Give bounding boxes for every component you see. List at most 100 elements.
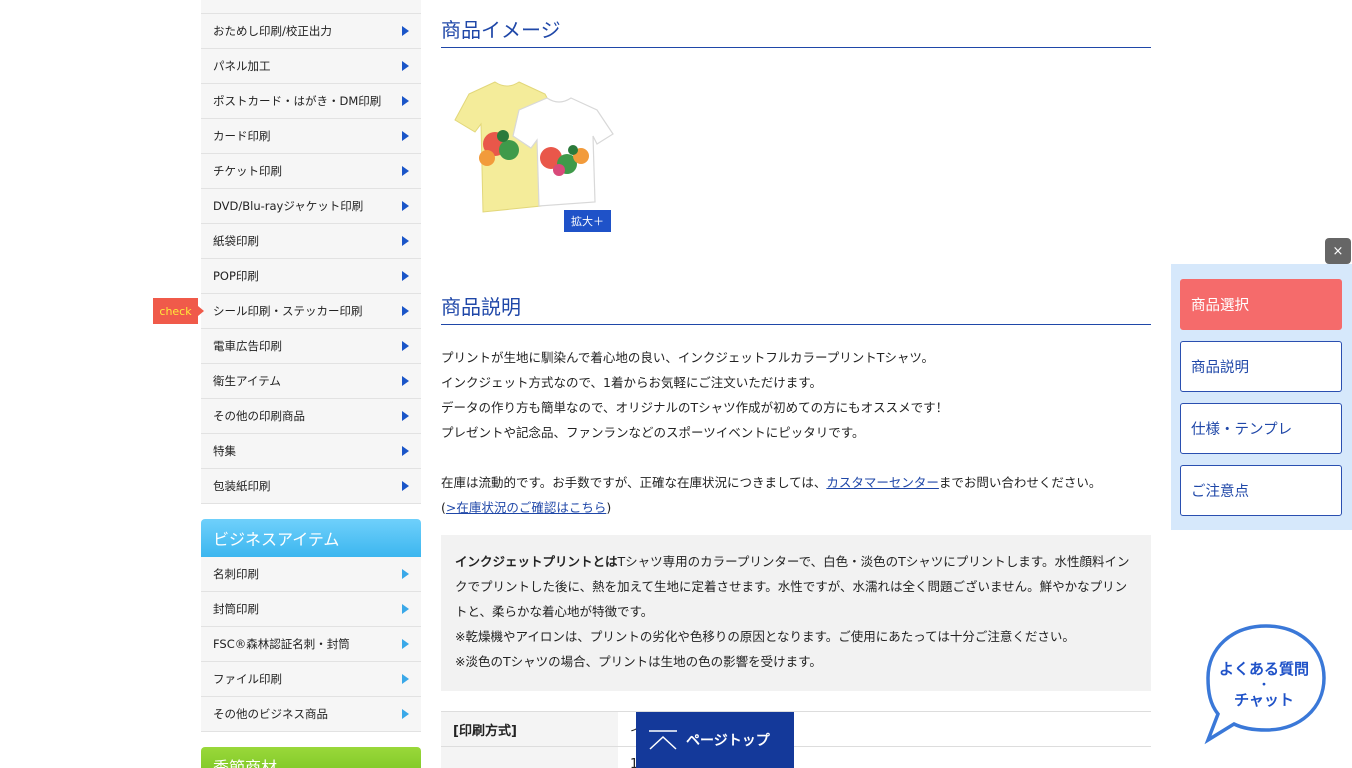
description-section-title: 商品説明 — [441, 291, 1151, 325]
nav-notes[interactable]: ご注意点 — [1180, 465, 1342, 516]
nav-product-description[interactable]: 商品説明 — [1180, 341, 1342, 392]
arrow-right-icon — [402, 674, 409, 684]
inkjet-info-box: インクジェットプリントとはTシャツ専用のカラープリンターで、白色・淡色のTシャツ… — [441, 535, 1151, 691]
arrow-right-icon — [402, 26, 409, 36]
inkjet-description: インクジェットプリントとはTシャツ専用のカラープリンターで、白色・淡色のTシャツ… — [455, 549, 1137, 624]
menu-item-label: 名刺印刷 — [213, 567, 259, 581]
desc-line: プリントが生地に馴染んで着心地の良い、インクジェットフルカラープリントTシャツ。 — [441, 350, 935, 365]
menu-item-fsc[interactable]: FSC®森林認証名刺・封筒 — [201, 627, 421, 662]
stock-check-line: (>在庫状況のご確認はこちら) — [441, 495, 1161, 520]
arrow-right-icon — [402, 271, 409, 281]
business-menu: 名刺印刷 封筒印刷 FSC®森林認証名刺・封筒 ファイル印刷 その他のビジネス商… — [201, 557, 421, 732]
arrow-right-icon — [402, 131, 409, 141]
arrow-right-icon — [402, 639, 409, 649]
spec-table: [印刷方式] イ 1 — [441, 711, 1151, 768]
menu-item-label: ファイル印刷 — [213, 672, 282, 686]
chevron-up-icon — [649, 730, 677, 750]
arrow-right-icon — [402, 341, 409, 351]
arrow-right-icon — [402, 709, 409, 719]
menu-item-pop[interactable]: POP印刷 — [201, 259, 421, 294]
inkjet-term: インクジェットプリントとは — [455, 554, 618, 569]
image-section-title: 商品イメージ — [441, 14, 1151, 48]
image-section: 商品イメージ — [441, 14, 1151, 48]
check-badge: check — [153, 298, 204, 324]
menu-item-label: ポストカード・はがき・DM印刷 — [213, 94, 382, 108]
arrow-right-icon — [402, 569, 409, 579]
desc-line: プレゼントや記念品、ファンランなどのスポーツイベントにピッタリです。 — [441, 425, 865, 440]
menu-item-label: DVD/Blu-rayジャケット印刷 — [213, 199, 364, 213]
description-text: プリントが生地に馴染んで着心地の良い、インクジェットフルカラープリントTシャツ。… — [441, 345, 1161, 520]
menu-item-file[interactable]: ファイル印刷 — [201, 662, 421, 697]
menu-item-cutoff[interactable] — [201, 0, 421, 14]
faq-line2: チャット — [1234, 691, 1294, 709]
menu-item-other-print[interactable]: その他の印刷商品 — [201, 399, 421, 434]
arrow-right-icon — [402, 166, 409, 176]
page-top-label: ページトップ — [686, 733, 770, 749]
arrow-right-icon — [402, 376, 409, 386]
arrow-right-icon — [402, 481, 409, 491]
arrow-right-icon — [402, 201, 409, 211]
faq-dot: ・ — [1259, 678, 1270, 691]
menu-item-trial-print[interactable]: おためし印刷/校正出力 — [201, 14, 421, 49]
close-icon[interactable]: × — [1325, 238, 1351, 264]
menu-item-panel[interactable]: パネル加工 — [201, 49, 421, 84]
arrow-right-icon — [402, 61, 409, 71]
menu-item-wrapping[interactable]: 包装紙印刷 — [201, 469, 421, 504]
page-top-button[interactable]: ページトップ — [636, 712, 794, 768]
description-section: 商品説明 — [441, 291, 1151, 325]
menu-item-business-card[interactable]: 名刺印刷 — [201, 557, 421, 592]
spec-key: [印刷方式] — [441, 711, 618, 747]
menu-item-train-ad[interactable]: 電車広告印刷 — [201, 329, 421, 364]
faq-line1: よくある質問 — [1219, 660, 1309, 678]
business-category-header[interactable]: ビジネスアイテム — [201, 519, 421, 557]
menu-item-label: 包装紙印刷 — [213, 479, 271, 493]
season-category-header[interactable]: 季節商材 — [201, 747, 421, 768]
menu-item-dvd-jacket[interactable]: DVD/Blu-rayジャケット印刷 — [201, 189, 421, 224]
arrow-right-icon — [402, 446, 409, 456]
arrow-right-icon — [402, 96, 409, 106]
arrow-right-icon — [402, 306, 409, 316]
menu-item-postcard[interactable]: ポストカード・はがき・DM印刷 — [201, 84, 421, 119]
paren: ) — [606, 500, 612, 515]
menu-item-ticket[interactable]: チケット印刷 — [201, 154, 421, 189]
sidebar: おためし印刷/校正出力 パネル加工 ポストカード・はがき・DM印刷 カード印刷 … — [201, 0, 421, 768]
menu-item-paper-bag[interactable]: 紙袋印刷 — [201, 224, 421, 259]
stock-text: までお問い合わせください。 — [938, 475, 1102, 490]
table-row: [印刷方式] イ — [441, 711, 1151, 747]
stock-text: 在庫は流動的です。お手数ですが、正確な在庫状況につきましては、 — [441, 475, 827, 490]
menu-item-label: POP印刷 — [213, 269, 259, 283]
menu-item-label: おためし印刷/校正出力 — [213, 24, 332, 38]
menu-item-feature[interactable]: 特集 — [201, 434, 421, 469]
stock-check-link[interactable]: >在庫状況のご確認はこちら — [446, 500, 606, 515]
menu-item-label: 衛生アイテム — [213, 374, 281, 388]
menu-item-label: その他のビジネス商品 — [213, 707, 328, 721]
menu-item-label: 電車広告印刷 — [213, 339, 282, 353]
menu-item-other-business[interactable]: その他のビジネス商品 — [201, 697, 421, 732]
nav-spec-template[interactable]: 仕様・テンプレ — [1180, 403, 1342, 454]
arrow-right-icon — [402, 236, 409, 246]
desc-line: インクジェット方式なので、1着からお気軽にご注文いただけます。 — [441, 375, 822, 390]
customer-center-link[interactable]: カスタマーセンター — [826, 475, 939, 490]
menu-item-label: その他の印刷商品 — [213, 409, 305, 423]
menu-item-label: シール印刷・ステッカー印刷 — [213, 304, 363, 318]
menu-item-sticker[interactable]: シール印刷・ステッカー印刷 — [201, 294, 421, 329]
tshirt-product-image[interactable] — [447, 74, 615, 214]
stock-notice: 在庫は流動的です。お手数ですが、正確な在庫状況につきましては、カスタマーセンター… — [441, 470, 1161, 495]
menu-item-label: 特集 — [213, 444, 236, 458]
menu-item-label: パネル加工 — [213, 59, 271, 73]
nav-product-select[interactable]: 商品選択 — [1180, 279, 1342, 330]
menu-item-envelope[interactable]: 封筒印刷 — [201, 592, 421, 627]
print-menu: おためし印刷/校正出力 パネル加工 ポストカード・はがき・DM印刷 カード印刷 … — [201, 14, 421, 504]
menu-item-card[interactable]: カード印刷 — [201, 119, 421, 154]
spec-key — [441, 746, 618, 768]
table-row: 1 — [441, 746, 1151, 768]
desc-line: データの作り方も簡単なので、オリジナルのTシャツ作成が初めての方にもオススメです… — [441, 400, 949, 415]
zoom-button[interactable]: 拡大＋ — [564, 210, 611, 232]
arrow-right-icon — [402, 411, 409, 421]
inkjet-note: ※乾燥機やアイロンは、プリントの劣化や色移りの原因となります。ご使用にあたっては… — [455, 629, 1075, 644]
menu-item-hygiene[interactable]: 衛生アイテム — [201, 364, 421, 399]
menu-item-label: 紙袋印刷 — [213, 234, 259, 248]
faq-chat-button[interactable]: よくある質問 ・ チャット — [1202, 622, 1330, 746]
inkjet-note: ※淡色のTシャツの場合、プリントは生地の色の影響を受けます。 — [455, 654, 822, 669]
menu-item-label: FSC®森林認証名刺・封筒 — [213, 637, 350, 651]
